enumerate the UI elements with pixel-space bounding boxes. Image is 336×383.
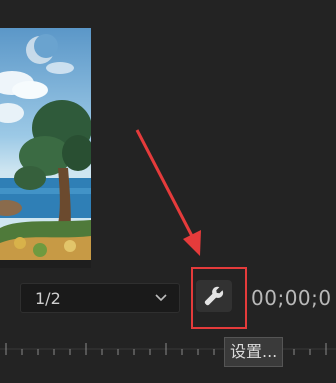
video-preview-frame (0, 28, 91, 268)
playback-resolution-value: 1/2 (35, 289, 61, 308)
program-monitor-panel: 1/2 00;00;0 设置... (0, 0, 336, 383)
chevron-down-icon (155, 294, 167, 302)
wrench-icon (204, 286, 224, 306)
time-ruler (0, 343, 336, 355)
playback-resolution-select[interactable]: 1/2 (20, 283, 180, 313)
timecode-display: 00;00;0 (251, 286, 332, 310)
settings-button[interactable] (196, 280, 232, 312)
settings-tooltip: 设置... (224, 337, 284, 367)
